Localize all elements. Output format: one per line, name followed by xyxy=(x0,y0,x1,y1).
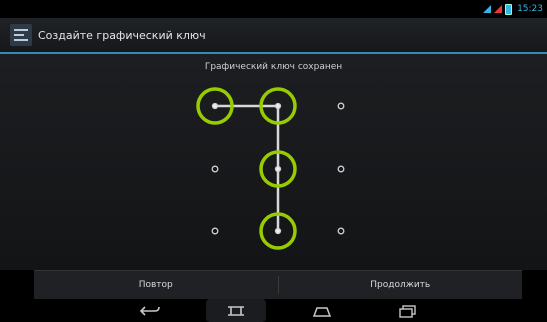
pattern-node-dot[interactable] xyxy=(211,102,219,110)
home-button[interactable] xyxy=(292,299,352,322)
retry-button[interactable]: Повтор xyxy=(34,271,278,299)
pattern-node-dot[interactable] xyxy=(337,102,345,110)
page-title: Создайте графический ключ xyxy=(38,28,206,42)
expand-icon xyxy=(228,305,244,316)
recents-icon xyxy=(399,304,416,318)
pattern-node-dot[interactable] xyxy=(337,227,345,235)
button-bar: Повтор Продолжить xyxy=(34,270,522,299)
back-button[interactable] xyxy=(120,299,180,322)
home-icon xyxy=(312,306,332,317)
status-time: 15:23 xyxy=(517,4,543,14)
pattern-node-dot[interactable] xyxy=(337,165,345,173)
status-bar: 15:23 xyxy=(0,0,547,18)
pattern-area: Графический ключ сохранен xyxy=(0,54,547,270)
back-icon xyxy=(139,305,160,316)
wifi-icon xyxy=(483,5,492,13)
action-bar: Создайте графический ключ xyxy=(0,18,547,54)
app-settings-icon[interactable] xyxy=(10,24,32,46)
pattern-node-dot[interactable] xyxy=(274,165,282,173)
battery-icon xyxy=(505,3,513,15)
signal-icon xyxy=(494,5,503,13)
navigation-bar xyxy=(0,299,547,322)
pattern-grid[interactable] xyxy=(0,54,547,270)
expand-button[interactable] xyxy=(206,299,266,322)
pattern-node-dot[interactable] xyxy=(211,227,219,235)
continue-button[interactable]: Продолжить xyxy=(279,271,523,299)
pattern-node-dot[interactable] xyxy=(274,102,282,110)
pattern-node-dot[interactable] xyxy=(211,165,219,173)
pattern-node-dot[interactable] xyxy=(274,227,282,235)
status-icons: 15:23 xyxy=(483,2,543,16)
recents-button[interactable] xyxy=(378,299,438,322)
